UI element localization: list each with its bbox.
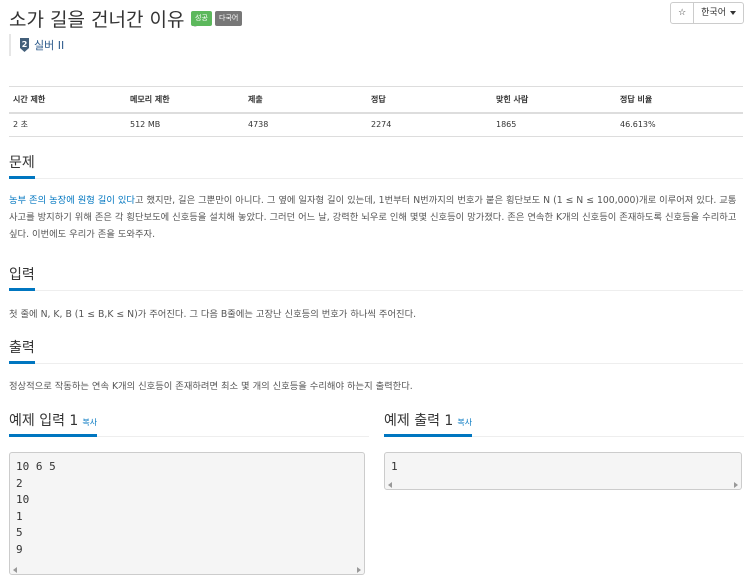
sample-input-box[interactable]: 10 6 5 2 10 1 5 9 [9, 452, 365, 575]
copy-sample-output-button[interactable]: 복사 [457, 418, 472, 427]
sample-input-line: 2 [16, 476, 23, 490]
section-output-title: 출력 [9, 337, 35, 364]
scroll-left-icon[interactable] [388, 482, 392, 488]
svg-text:2: 2 [22, 40, 28, 49]
sample-input-line: 10 [16, 493, 30, 506]
submissions-value: 4738 [244, 112, 367, 137]
sample-input-line: 5 [16, 526, 23, 539]
table-row: 2 초 512 MB 4738 2274 1865 46.613% [9, 112, 743, 137]
status-badge-success: 성공 [191, 11, 212, 26]
sample-output-lines: 1 [385, 453, 741, 476]
silver-tier-icon: 2 [20, 38, 29, 52]
section-input-heading: 입력 [9, 264, 743, 291]
accepted-value: 2274 [367, 112, 492, 137]
sample-input-lines: 10 6 5 2 10 1 5 9 [10, 453, 364, 558]
table-header-row: 시간 제한 메모리 제한 제출 정답 맞힌 사람 정답 비율 [9, 86, 743, 114]
problem-description: 농부 존의 농장에 원형 길이 있다고 했지만, 길은 그뿐만이 아니다. 그 … [9, 192, 741, 243]
language-label: 한국어 [701, 8, 726, 18]
sample-input-line: 9 [16, 542, 23, 556]
header-time-limit: 시간 제한 [9, 86, 126, 114]
section-input-title: 입력 [9, 264, 35, 291]
status-badge-multilang: 다국어 [215, 11, 243, 26]
memory-limit-value: 512 MB [126, 112, 244, 137]
favorite-star-button[interactable]: ☆ [671, 3, 693, 23]
language-dropdown[interactable]: 한국어 [693, 3, 743, 23]
sample-input-title: 예제 입력 1 [9, 413, 79, 429]
sample-input-line: 10 6 5 [16, 460, 56, 473]
section-problem-heading: 문제 [9, 152, 743, 179]
problem-info-table: 시간 제한 메모리 제한 제출 정답 맞힌 사람 정답 비율 2 초 512 M… [9, 86, 743, 137]
star-icon: ☆ [678, 8, 687, 18]
problem-header: 소가 길을 건너간 이유 5 성공 다국어 ☆ 한국어 [9, 2, 744, 32]
sample-input-line: 1 [16, 509, 23, 523]
sample-input-heading: 예제 입력 1 복사 [9, 412, 369, 437]
header-accepted: 정답 [367, 86, 492, 114]
header-memory-limit: 메모리 제한 [126, 86, 244, 114]
copy-sample-input-button[interactable]: 복사 [82, 418, 97, 427]
time-limit-value: 2 초 [9, 112, 126, 137]
solvers-value: 1865 [492, 112, 616, 137]
accept-ratio-value: 46.613% [616, 112, 743, 137]
section-output-heading: 출력 [9, 337, 743, 364]
sample-output-title: 예제 출력 1 [384, 413, 454, 429]
sample-output-scrollbar[interactable] [385, 479, 741, 489]
tier-badge[interactable]: 2 실버 II [9, 34, 64, 56]
header-button-group: ☆ 한국어 [670, 2, 744, 24]
sample-output-line: 1 [391, 460, 398, 473]
scroll-left-icon[interactable] [13, 567, 17, 573]
header-solvers: 맞힌 사람 [492, 86, 616, 114]
header-accept-ratio: 정답 비율 [616, 86, 743, 114]
caret-down-icon [730, 10, 736, 15]
problem-title: 소가 길을 건너간 이유 5 [9, 9, 203, 31]
problem-reference-link[interactable]: 농부 존의 농장에 원형 길이 있다 [9, 195, 135, 206]
tier-label: 실버 II [34, 39, 65, 52]
header-submissions: 제출 [244, 86, 367, 114]
scroll-right-icon[interactable] [734, 482, 738, 488]
section-problem-title: 문제 [9, 152, 35, 179]
sample-output-box[interactable]: 1 [384, 452, 742, 490]
scroll-right-icon[interactable] [357, 567, 361, 573]
sample-input-scrollbar[interactable] [10, 564, 364, 574]
output-description: 정상적으로 작동하는 연속 K개의 신호등이 존재하려면 최소 몇 개의 신호등… [9, 381, 413, 392]
sample-output-heading: 예제 출력 1 복사 [384, 412, 744, 437]
input-description: 첫 줄에 N, K, B (1 ≤ B,K ≤ N)가 주어진다. 그 다음 B… [9, 309, 417, 320]
